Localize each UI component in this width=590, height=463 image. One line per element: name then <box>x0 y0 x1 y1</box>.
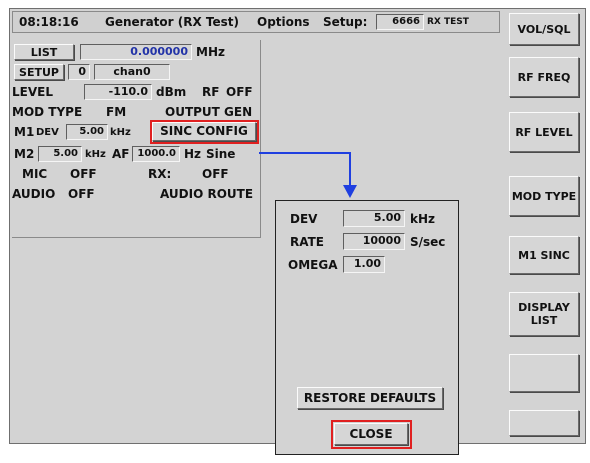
audio-label: AUDIO <box>12 187 56 201</box>
popup-rate-label: RATE <box>290 235 324 249</box>
softkey-m1-sinc[interactable]: M1 SINC <box>509 236 579 274</box>
popup-dev-field[interactable]: 5.00 <box>343 210 405 227</box>
level-label: LEVEL <box>12 85 53 99</box>
mic-state[interactable]: OFF <box>70 166 97 182</box>
list-frequency-field[interactable]: 0.000000 <box>80 44 192 60</box>
list-frequency-unit: MHz <box>196 45 225 59</box>
setup-button[interactable]: SETUP <box>14 64 64 80</box>
list-button[interactable]: LIST <box>14 44 74 60</box>
options-menu[interactable]: Options <box>257 14 310 30</box>
softkey-mod-type[interactable]: MOD TYPE <box>509 176 579 216</box>
af-field[interactable]: 1000.0 <box>132 146 180 162</box>
clock: 08:18:16 <box>19 15 79 29</box>
popup-rate-field[interactable]: 10000 <box>343 233 405 250</box>
audio-route-button[interactable]: AUDIO ROUTE <box>160 186 253 202</box>
popup-dev-label: DEV <box>290 212 318 226</box>
softkey-rf-level[interactable]: RF LEVEL <box>509 112 579 152</box>
setup-number-field[interactable]: 6666 <box>376 14 424 30</box>
generator-settings-panel: LIST 0.000000 MHz SETUP 0 chan0 LEVEL -1… <box>12 40 261 238</box>
popup-dev-unit: kHz <box>410 212 436 226</box>
mod-type-label: MOD TYPE <box>12 105 83 119</box>
level-field[interactable]: -110.0 <box>84 84 152 100</box>
setup-name: RX TEST <box>427 17 469 27</box>
audio-state[interactable]: OFF <box>68 186 95 202</box>
level-unit: dBm <box>156 85 187 99</box>
softkey-blank-1[interactable] <box>509 354 579 392</box>
rf-label: RF <box>202 85 220 99</box>
mod-type-value[interactable]: FM <box>106 104 126 120</box>
setup-channel-field[interactable]: chan0 <box>94 64 170 80</box>
rx-label: RX: <box>148 167 172 181</box>
m2-dev-unit: kHz <box>85 149 106 160</box>
rf-state[interactable]: OFF <box>226 84 253 100</box>
screen-title: Generator (RX Test) <box>105 15 240 29</box>
m1-dev-unit: kHz <box>110 127 131 138</box>
sinc-config-highlight <box>150 120 259 144</box>
m2-dev-field[interactable]: 5.00 <box>38 146 82 162</box>
close-highlight <box>331 420 412 449</box>
m1-dev-label: DEV <box>36 127 59 138</box>
m2-label: M2 <box>14 147 35 161</box>
softkey-rf-freq[interactable]: RF FREQ <box>509 57 579 97</box>
setup-index-field[interactable]: 0 <box>68 64 90 80</box>
restore-defaults-button[interactable]: RESTORE DEFAULTS <box>297 387 443 409</box>
popup-omega-label: OMEGA <box>288 258 338 272</box>
output-gen-button[interactable]: OUTPUT GEN <box>165 104 252 120</box>
af-unit: Hz <box>184 147 202 161</box>
popup-rate-unit: S/sec <box>410 235 446 249</box>
softkey-vol-sql[interactable]: VOL/SQL <box>509 13 579 45</box>
waveform-select[interactable]: Sine <box>206 146 235 162</box>
popup-omega-field[interactable]: 1.00 <box>343 256 385 273</box>
setup-label: Setup: <box>323 15 368 29</box>
status-bar: 08:18:16 Generator (RX Test) Options Set… <box>12 11 500 33</box>
softkey-blank-2[interactable] <box>509 410 579 436</box>
softkey-display-list[interactable]: DISPLAY LIST <box>509 292 579 336</box>
m1-label: M1 <box>14 125 35 139</box>
af-label: AF <box>112 147 130 161</box>
rx-state[interactable]: OFF <box>202 166 229 182</box>
m1-dev-field[interactable]: 5.00 <box>66 124 108 140</box>
mic-label: MIC <box>22 167 48 181</box>
sinc-config-dialog: DEV 5.00 kHz RATE 10000 S/sec OMEGA 1.00… <box>275 200 459 455</box>
